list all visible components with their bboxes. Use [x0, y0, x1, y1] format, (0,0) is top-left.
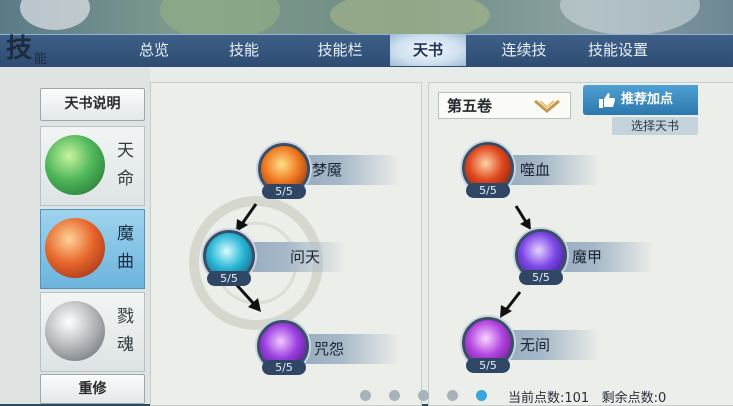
page-dot[interactable] — [389, 390, 400, 401]
skill-level: 5/5 — [519, 270, 563, 285]
skill-level: 5/5 — [262, 360, 306, 375]
book-luhun[interactable]: 戮魂 — [40, 292, 145, 372]
tab-skill-settings[interactable]: 技能设置 — [575, 34, 661, 66]
skill-level: 5/5 — [207, 271, 251, 286]
page-dot[interactable] — [447, 390, 458, 401]
title-char-1: 技 — [6, 34, 33, 64]
page-dot-active[interactable] — [476, 390, 487, 401]
tab-skills[interactable]: 技能 — [206, 34, 282, 66]
points-summary: 当前点数:101 剩余点数:0 — [508, 387, 666, 406]
skill-level: 5/5 — [466, 183, 510, 198]
book-tianming[interactable]: 天命 — [40, 126, 145, 206]
jade-beast-icon — [45, 135, 105, 195]
book-label: 魔曲 — [117, 224, 134, 272]
book-label: 戮魂 — [117, 307, 134, 355]
reset-button[interactable]: 重修 — [40, 374, 145, 404]
title-char-2: 能 — [34, 52, 48, 67]
book-moqu[interactable]: 魔曲 — [40, 209, 145, 289]
page-dot[interactable] — [360, 390, 371, 401]
tab-skill-bar[interactable]: 技能栏 — [300, 34, 380, 66]
silver-beast-icon — [45, 301, 105, 361]
skill-level: 5/5 — [262, 184, 306, 199]
tab-combo[interactable]: 连续技 — [484, 34, 564, 66]
book-explain-button[interactable]: 天书说明 — [40, 88, 145, 121]
page-dot[interactable] — [418, 390, 429, 401]
tab-overview[interactable]: 总览 — [118, 34, 190, 66]
tab-heavenly-book[interactable]: 天书 — [390, 34, 466, 66]
flame-beast-icon — [45, 218, 105, 278]
book-label: 天命 — [117, 141, 134, 189]
skill-level: 5/5 — [466, 358, 510, 373]
